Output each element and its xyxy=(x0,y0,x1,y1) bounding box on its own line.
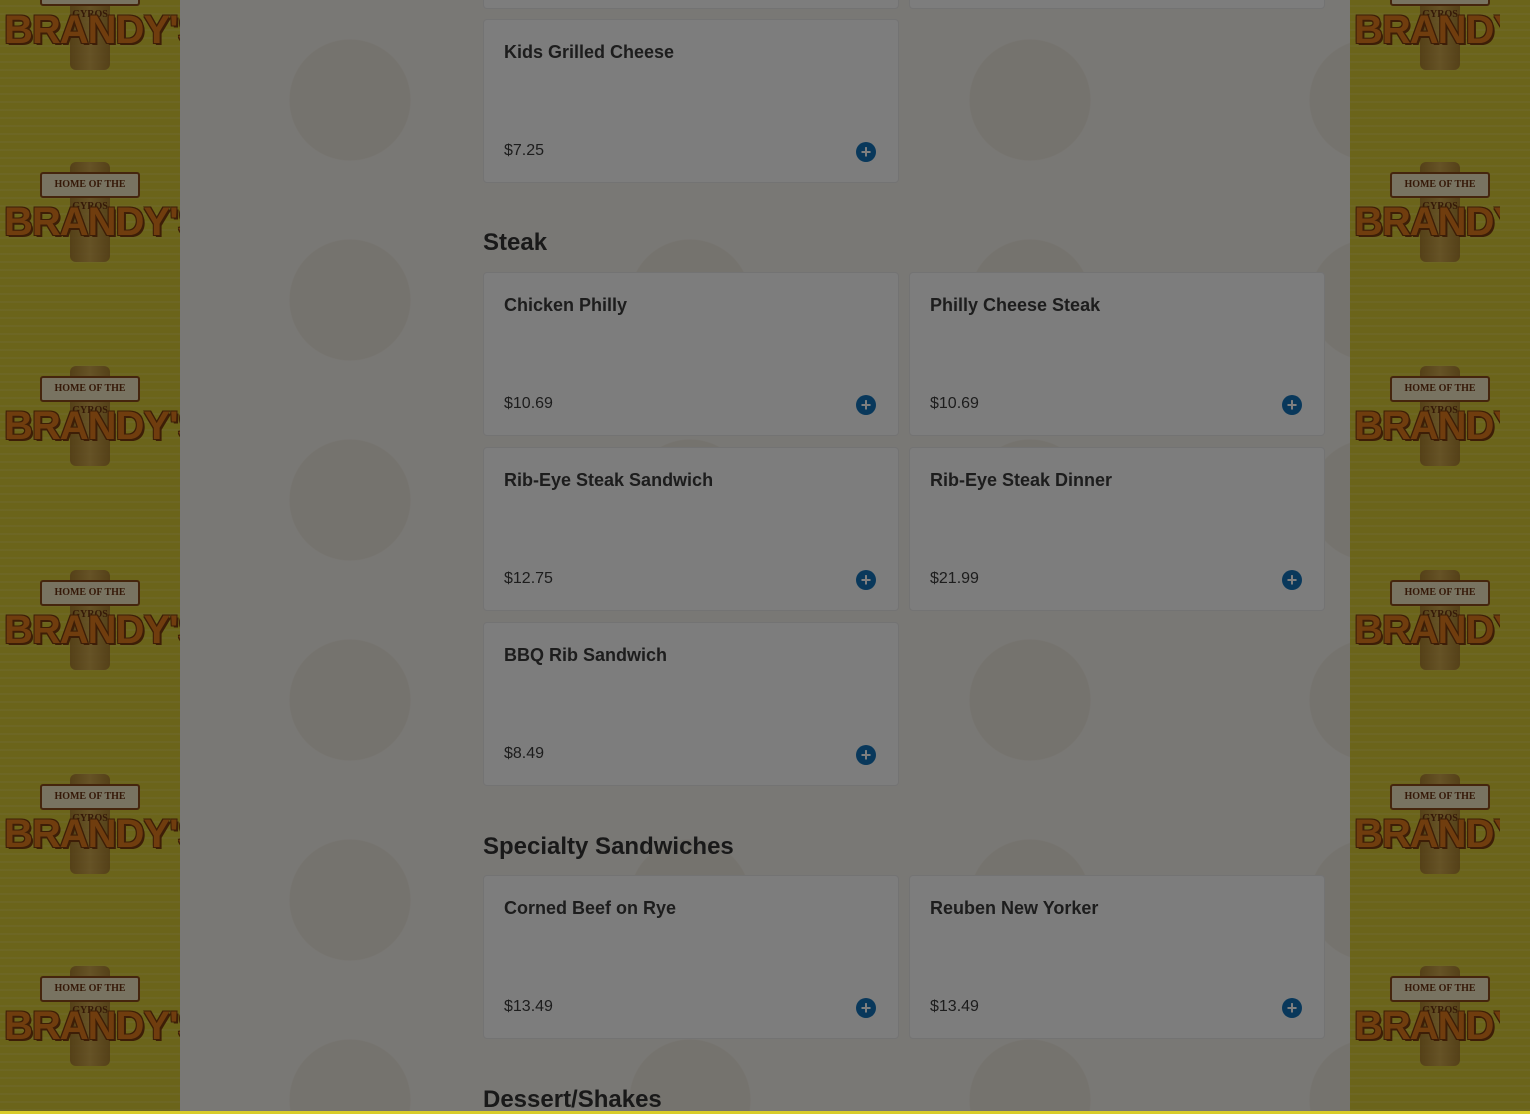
plus-circle-icon[interactable]: + xyxy=(1282,570,1302,590)
brand-logo: HOME OF THE GYROSBRANDY'S xyxy=(0,570,180,678)
plus-circle-icon[interactable]: + xyxy=(856,998,876,1018)
menu-item-name: BBQ Rib Sandwich xyxy=(504,645,668,665)
plus-circle-icon[interactable]: + xyxy=(856,395,876,415)
menu-item-price: $21.99 xyxy=(930,570,979,587)
menu-item-card[interactable]: Rib-Eye Steak Dinner $21.99 + xyxy=(909,447,1325,611)
section-title-steak: Steak xyxy=(483,229,548,256)
menu-item-name: Corned Beef on Rye xyxy=(504,898,677,918)
plus-circle-icon[interactable]: + xyxy=(856,142,876,162)
menu-item-name: Chicken Philly xyxy=(504,295,628,315)
brand-logo: HOME OF THE GYROSBRANDY'S xyxy=(1350,774,1500,882)
brand-logo: HOME OF THE GYROSBRANDY'S xyxy=(0,0,180,78)
menu-item-price: $10.69 xyxy=(930,395,979,412)
menu-item-name: Rib-Eye Steak Dinner xyxy=(930,470,1113,490)
menu-item-card-partial[interactable] xyxy=(483,0,899,9)
brand-logo: HOME OF THE GYROSBRANDY'S xyxy=(0,966,180,1074)
section-title-specialty-sandwiches: Specialty Sandwiches xyxy=(483,833,734,860)
menu-item-price: $10.69 xyxy=(504,395,553,412)
menu-item-card[interactable]: Rib-Eye Steak Sandwich $12.75 + xyxy=(483,447,899,611)
brand-logo: HOME OF THE GYROSBRANDY'S xyxy=(1350,570,1500,678)
menu-item-name: Kids Grilled Cheese xyxy=(504,42,675,62)
menu-item-card[interactable]: Reuben New Yorker $13.49 + xyxy=(909,875,1325,1039)
menu-item-price: $13.49 xyxy=(504,998,553,1015)
menu-item-card[interactable]: Kids Grilled Cheese $7.25 + xyxy=(483,19,899,183)
menu-item-price: $12.75 xyxy=(504,570,553,587)
menu-item-price: $7.25 xyxy=(504,142,545,159)
menu-item-name: Reuben New Yorker xyxy=(930,898,1099,918)
brand-logo: HOME OF THE GYROSBRANDY'S xyxy=(1350,0,1500,78)
plus-circle-icon[interactable]: + xyxy=(1282,998,1302,1018)
brand-logo: HOME OF THE GYROSBRANDY'S xyxy=(1350,966,1500,1074)
plus-circle-icon[interactable]: + xyxy=(856,745,876,765)
brand-logo: HOME OF THE GYROSBRANDY'S xyxy=(1350,366,1500,474)
plus-circle-icon[interactable]: + xyxy=(856,570,876,590)
menu-item-card[interactable]: BBQ Rib Sandwich $8.49 + xyxy=(483,622,899,786)
section-title-dessert-shakes: Dessert/Shakes xyxy=(483,1086,662,1113)
menu-item-price: $8.49 xyxy=(504,745,545,762)
brand-logo: HOME OF THE GYROSBRANDY'S xyxy=(1350,162,1500,270)
menu-item-card[interactable]: Philly Cheese Steak $10.69 + xyxy=(909,272,1325,436)
brand-logo: HOME OF THE GYROSBRANDY'S xyxy=(0,774,180,882)
menu-item-name: Rib-Eye Steak Sandwich xyxy=(504,470,714,490)
brand-logo: HOME OF THE GYROSBRANDY'S xyxy=(0,162,180,270)
menu-item-name: Philly Cheese Steak xyxy=(930,295,1101,315)
plus-circle-icon[interactable]: + xyxy=(1282,395,1302,415)
menu-item-card-partial[interactable] xyxy=(909,0,1325,9)
brand-logo: HOME OF THE GYROSBRANDY'S xyxy=(0,366,180,474)
left-background-gutter: HOME OF THE GYROSBRANDY'S HOME OF THE GY… xyxy=(0,0,180,1111)
menu-item-price: $13.49 xyxy=(930,998,979,1015)
right-edge-gutter xyxy=(1500,0,1530,1111)
menu-item-card[interactable]: Chicken Philly $10.69 + xyxy=(483,272,899,436)
right-background-gutter: HOME OF THE GYROSBRANDY'S HOME OF THE GY… xyxy=(1350,0,1500,1111)
menu-item-card[interactable]: Corned Beef on Rye $13.49 + xyxy=(483,875,899,1039)
